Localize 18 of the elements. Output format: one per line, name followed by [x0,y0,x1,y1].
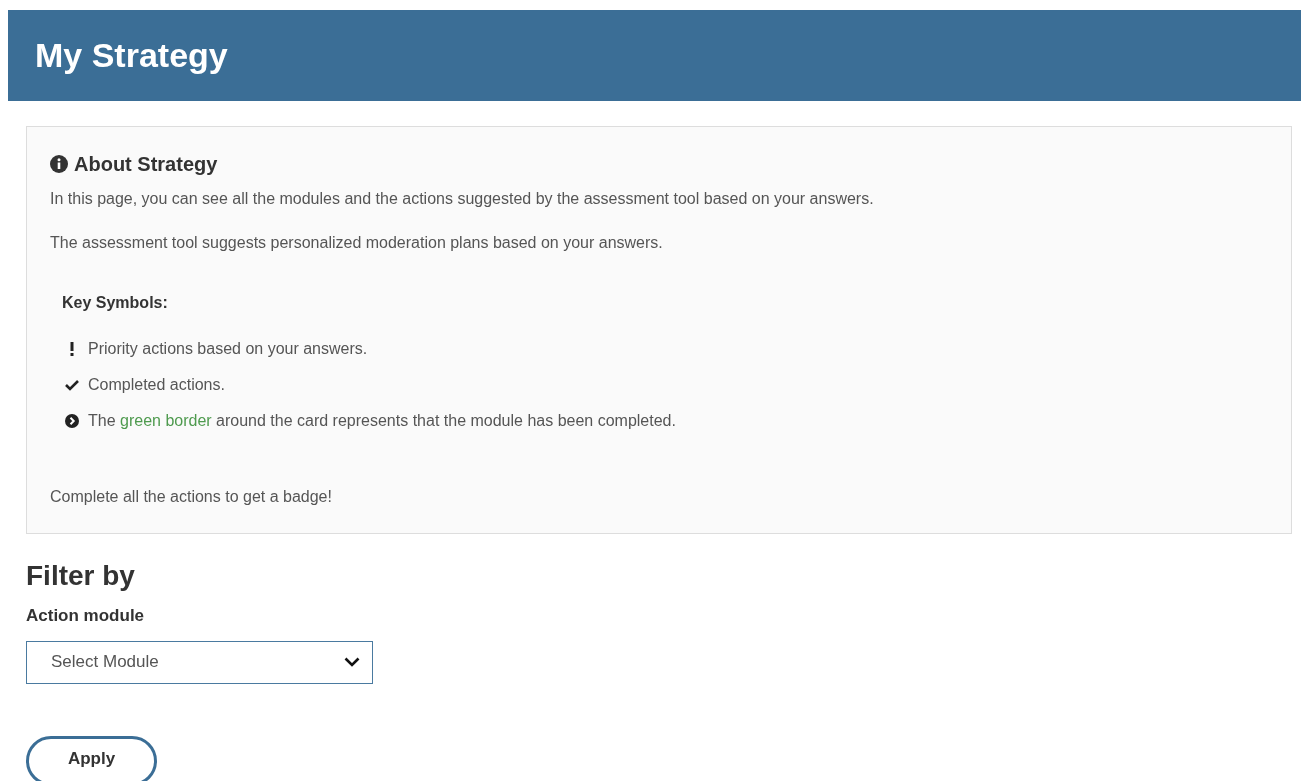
description-text: The assessment tool suggests personalized moderation plans based on your answers. [50,233,664,253]
symbol-description: Priority actions based on your answers. [88,339,368,359]
module-select[interactable]: Select Module [26,640,373,684]
chevron-circle-icon [65,414,79,428]
filter-heading: Filter by [26,559,136,593]
badge-hint: Complete all the actions to get a badge! [50,487,333,507]
symbol-description: Completed actions. [88,375,225,395]
chevron-down-icon [344,657,360,667]
checkmark-icon [65,379,79,391]
apply-button[interactable]: Apply [26,735,157,781]
panel-title: About Strategy [74,152,218,177]
page-title: My Strategy [35,35,228,76]
info-icon [50,155,68,173]
exclamation-icon [69,342,75,356]
description-text: In this page, you can see all the modules and the actions suggested by the assessment tool based on your answers. [50,189,875,209]
key-symbols-heading: Key Symbols: [62,293,169,313]
symbol-description: The green border around the card represents that the module has been completed. [88,411,676,431]
field-label: Action module [26,605,146,627]
